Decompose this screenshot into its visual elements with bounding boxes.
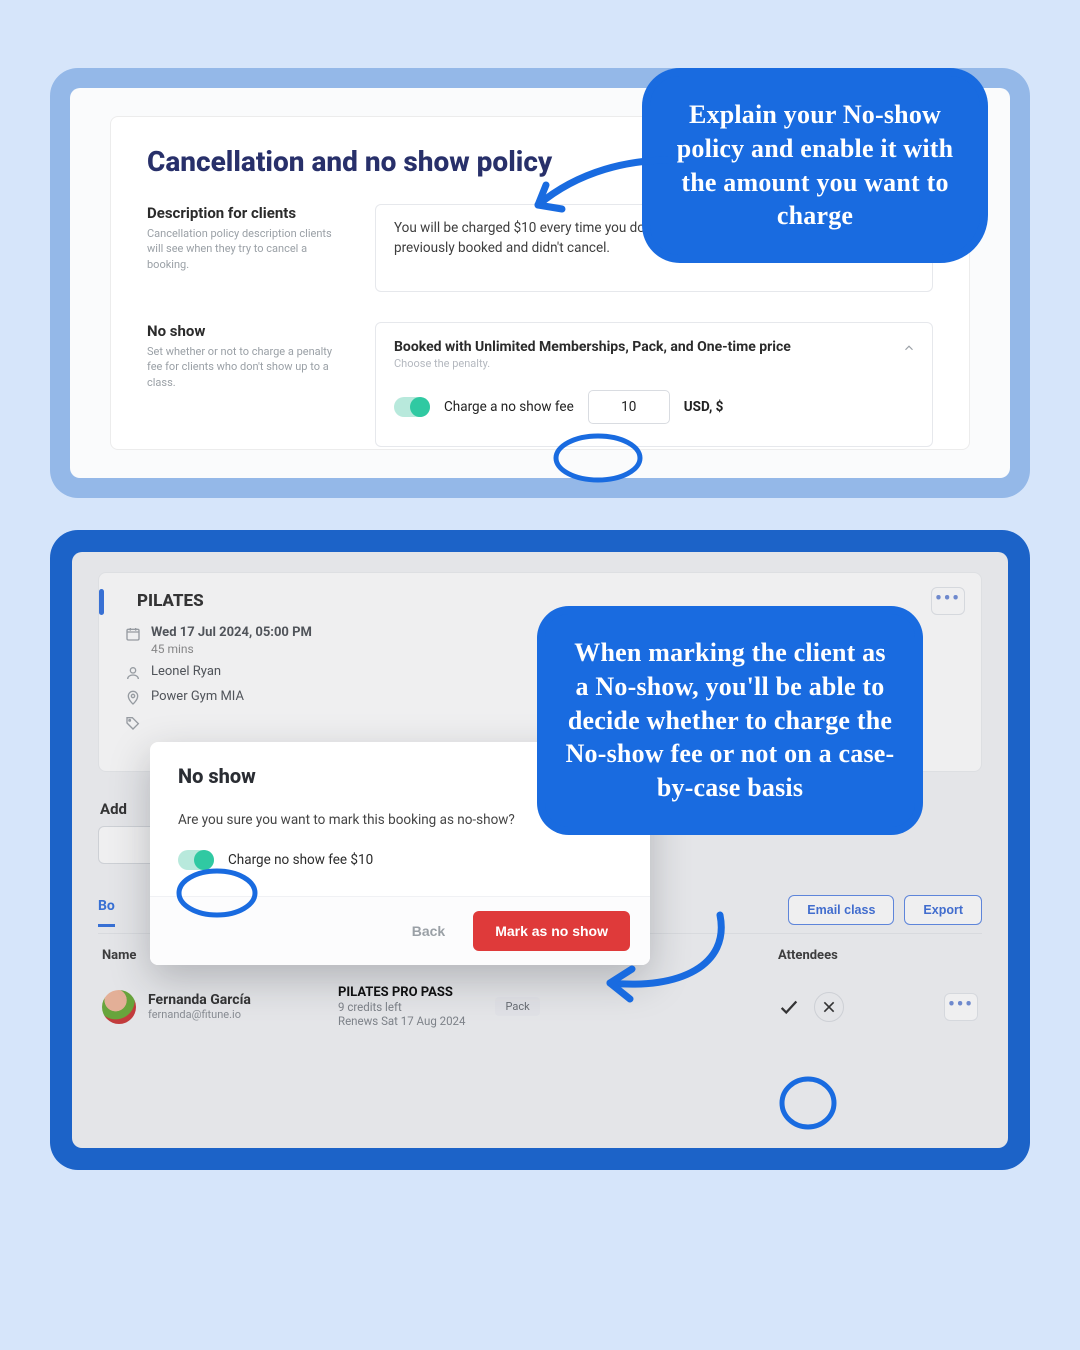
fee-toggle-label: Charge a no show fee [444, 399, 574, 415]
description-label: Description for clients [147, 204, 347, 222]
fee-amount-input[interactable]: 10 [588, 390, 670, 424]
modal-title: No show [178, 764, 256, 788]
noshow-config-expander[interactable]: Booked with Unlimited Memberships, Pack,… [375, 322, 933, 447]
modal-back-button[interactable]: Back [398, 911, 459, 951]
chevron-up-icon [902, 341, 916, 355]
annotation-arrow-2 [590, 905, 760, 1015]
description-help: Cancellation policy description clients … [147, 226, 347, 272]
annotation-circle-toggle [174, 866, 264, 920]
description-label-col: Description for clients Cancellation pol… [147, 204, 347, 272]
annotation-circle-x [776, 1075, 840, 1131]
annotation-bubble-2: When marking the client as a No-show, yo… [545, 614, 915, 827]
fee-row: Charge a no show fee 10 USD, $ [394, 390, 914, 424]
noshow-help: Set whether or not to charge a penalty f… [147, 344, 347, 390]
fee-currency: USD, $ [684, 399, 724, 415]
noshow-config-sub: Choose the penalty. [394, 357, 914, 370]
noshow-label: No show [147, 322, 347, 340]
noshow-config-title: Booked with Unlimited Memberships, Pack,… [394, 339, 914, 355]
annotation-circle-fee [548, 432, 648, 488]
noshow-row: No show Set whether or not to charge a p… [147, 322, 933, 447]
annotation-bubble-1: Explain your No-show policy and enable i… [650, 76, 980, 255]
noshow-label-col: No show Set whether or not to charge a p… [147, 322, 347, 390]
annotation-arrow-1 [520, 150, 690, 240]
fee-toggle[interactable] [394, 397, 430, 417]
